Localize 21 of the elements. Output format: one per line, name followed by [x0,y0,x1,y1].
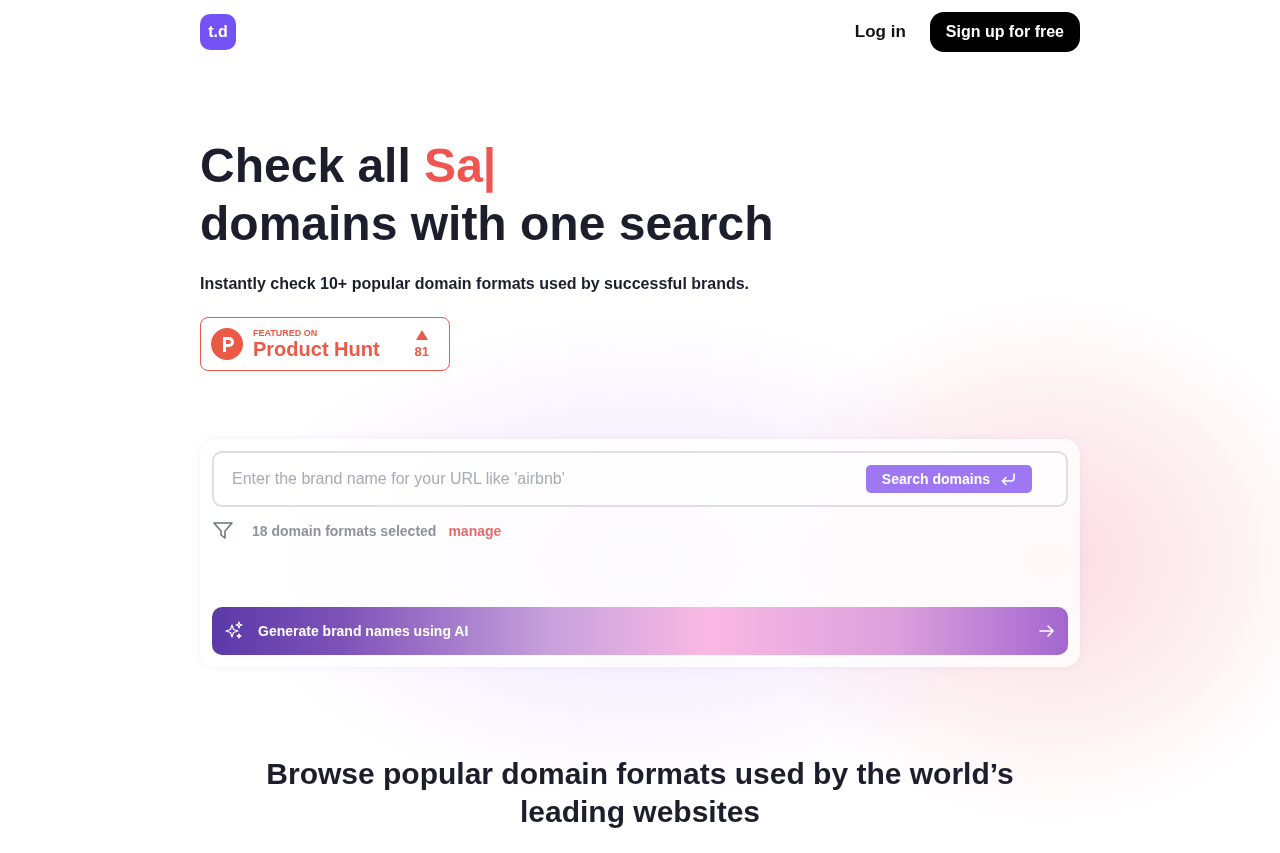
section-title: Browse popular domain formats used by the world’s leading websites [265,756,1015,830]
manage-link[interactable]: manage [448,523,502,539]
brand-search-field[interactable]: Enter the brand name for your URL like 'airbnb' Search domains [212,451,1068,507]
formats-count: 18 domain formats selected [252,523,437,539]
filter-icon [212,520,234,542]
search-domains-button[interactable]: Search domains [865,465,1032,493]
upvote-icon [415,329,428,340]
product-hunt-label: Product Hunt [253,338,381,360]
hero-title: Check all Sa| domains with one search [200,138,775,252]
logo[interactable]: t.d [200,13,236,50]
arrow-right-icon [1038,622,1056,640]
hero-subtitle: Instantly check 10+ popular domain formats used by successful brands. [200,275,751,293]
sparkle-icon [224,621,244,641]
featured-label: FEATURED ON [253,328,319,338]
signup-button[interactable]: Sign up for free [929,11,1080,52]
vote-count: 81 [414,343,429,359]
product-hunt-icon [211,328,243,360]
generate-ai-button[interactable]: Generate brand names using AI [212,607,1068,655]
return-icon [1000,472,1016,486]
login-link[interactable]: Log in [854,21,906,42]
product-hunt-badge[interactable]: FEATURED ON Product Hunt 81 [200,317,450,371]
